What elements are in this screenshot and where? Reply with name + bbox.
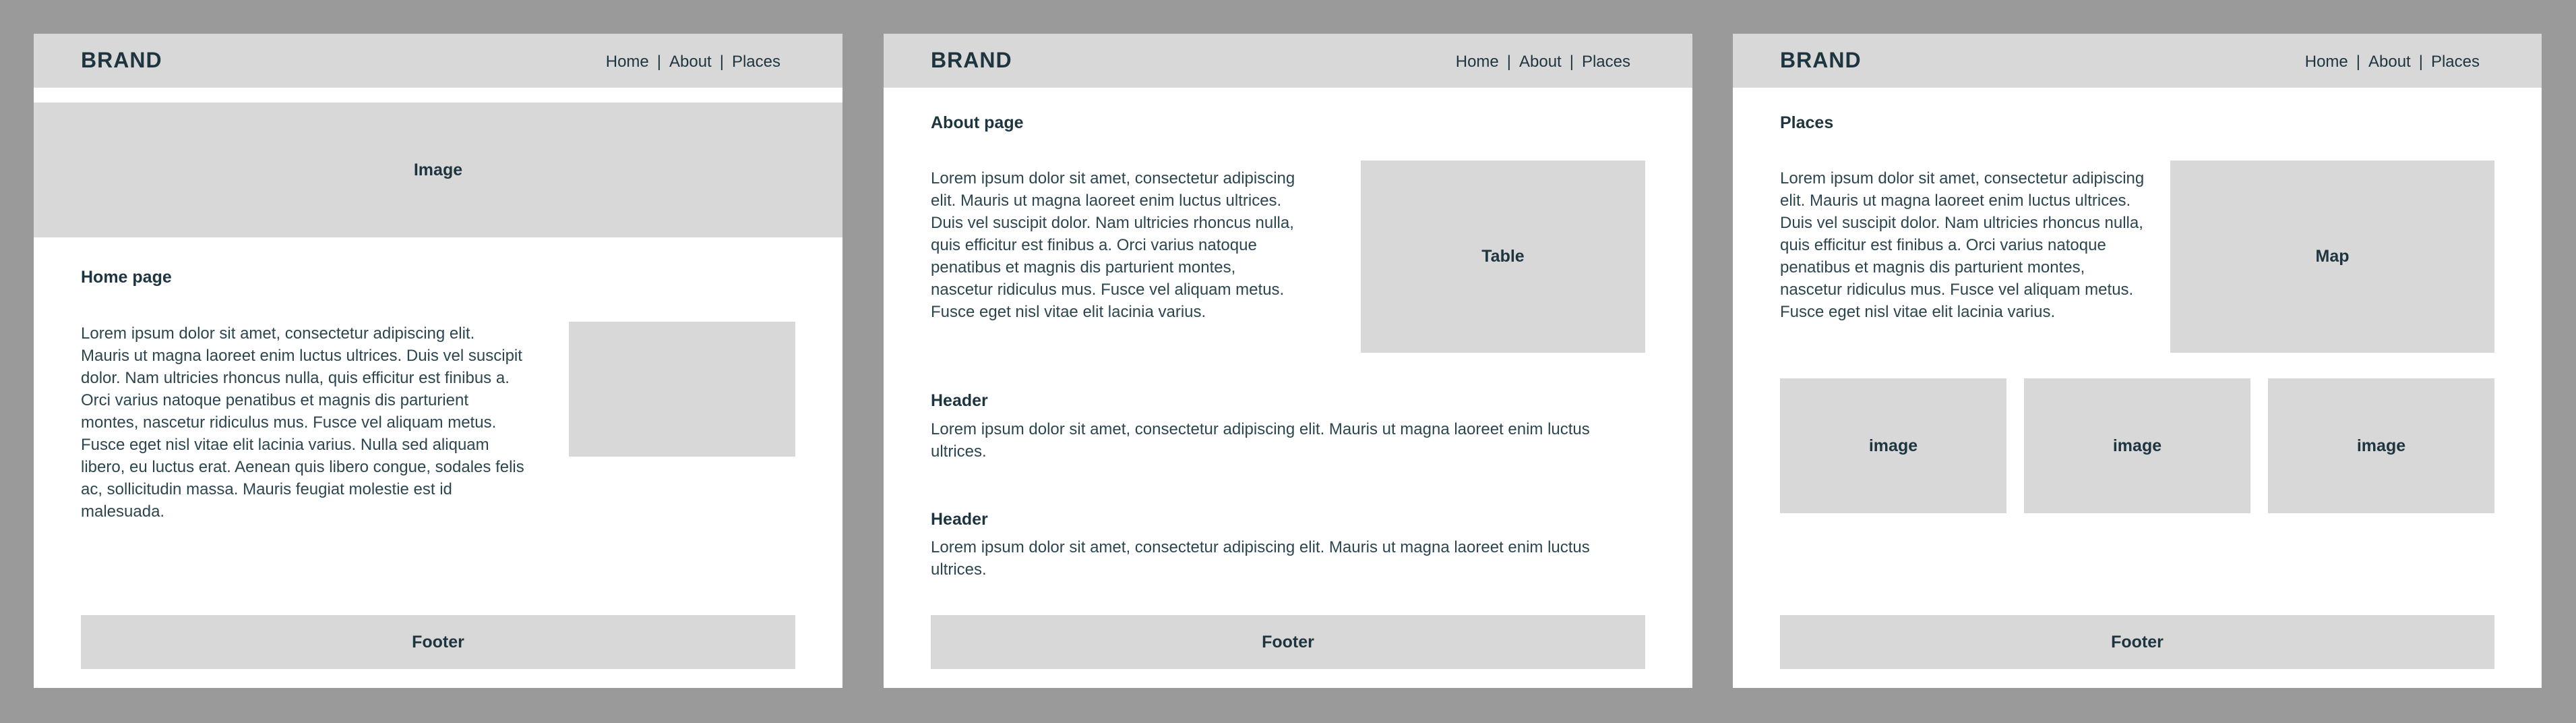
brand-logo[interactable]: BRAND [1780, 48, 1862, 73]
map-label: Map [2315, 247, 2350, 266]
nav-separator: | [1506, 53, 1511, 71]
nav-separator: | [719, 53, 724, 71]
site-header: BRAND Home | About | Places [1733, 34, 2542, 88]
nav-menu: Home | About | Places [606, 53, 780, 71]
wireframe-places-page: BRAND Home | About | Places Places Lorem ips… [1733, 34, 2542, 688]
nav-menu: Home | About | Places [1456, 53, 1630, 71]
body-paragraph: Lorem ipsum dolor sit amet, consectetur … [1780, 169, 2145, 321]
nav-link-places[interactable]: Places [1582, 53, 1630, 71]
page-title: About page [931, 113, 1024, 132]
brand-logo[interactable]: BRAND [81, 48, 162, 73]
site-header: BRAND Home | About | Places [884, 34, 1692, 88]
image-placeholder: image [2268, 378, 2494, 513]
footer-label: Footer [1262, 632, 1314, 652]
nav-link-about[interactable]: About [669, 53, 712, 71]
hero-image-label: Image [413, 160, 463, 179]
nav-link-about[interactable]: About [2368, 53, 2411, 71]
body-paragraph: Lorem ipsum dolor sit amet, consectetur … [931, 169, 1295, 321]
page-title: Places [1780, 113, 1834, 132]
table-label: Table [1481, 247, 1525, 266]
nav-link-about[interactable]: About [1519, 53, 1562, 71]
brand-logo[interactable]: BRAND [931, 48, 1012, 73]
nav-link-home[interactable]: Home [1456, 53, 1499, 71]
image-label: image [2112, 436, 2162, 455]
table-placeholder: Table [1361, 161, 1645, 353]
site-footer: Footer [1780, 615, 2494, 669]
section-header: Header [931, 510, 988, 529]
wireframe-home-page: BRAND Home | About | Places Image Home page … [34, 34, 842, 688]
footer-label: Footer [2111, 632, 2164, 652]
site-footer: Footer [931, 615, 1645, 669]
nav-separator: | [2418, 53, 2423, 71]
wireframe-about-page: BRAND Home | About | Places About page Lorem… [884, 34, 1692, 688]
image-placeholder: image [1780, 378, 2006, 513]
image-label: image [2356, 436, 2406, 455]
section-text: Lorem ipsum dolor sit amet, consectetur … [931, 538, 1590, 579]
image-label: image [1868, 436, 1918, 455]
section-header: Header [931, 391, 988, 410]
nav-link-home[interactable]: Home [2305, 53, 2348, 71]
nav-menu: Home | About | Places [2305, 53, 2480, 71]
footer-label: Footer [412, 632, 464, 652]
site-footer: Footer [81, 615, 795, 669]
nav-link-places[interactable]: Places [732, 53, 780, 71]
image-placeholder [569, 322, 795, 457]
image-placeholder: image [2024, 378, 2250, 513]
nav-link-places[interactable]: Places [2431, 53, 2480, 71]
map-placeholder: Map [2170, 161, 2494, 353]
page-title: Home page [81, 268, 172, 287]
nav-separator: | [656, 53, 661, 71]
section-text: Lorem ipsum dolor sit amet, consectetur … [931, 420, 1590, 461]
hero-image-placeholder: Image [34, 103, 842, 237]
nav-link-home[interactable]: Home [606, 53, 649, 71]
body-paragraph: Lorem ipsum dolor sit amet, consectetur … [81, 324, 524, 521]
nav-separator: | [2356, 53, 2360, 71]
site-header: BRAND Home | About | Places [34, 34, 842, 88]
nav-separator: | [1569, 53, 1574, 71]
